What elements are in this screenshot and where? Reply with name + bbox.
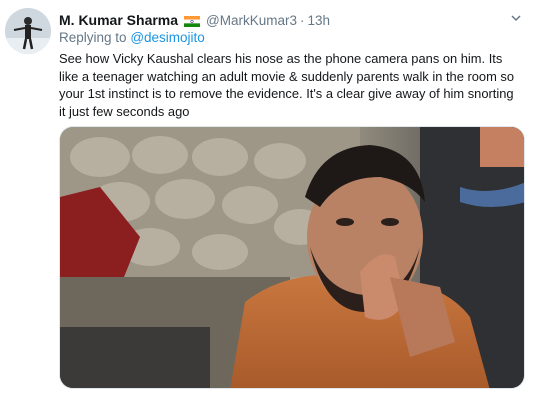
reply-mention-link[interactable]: @desimojito — [130, 30, 204, 45]
tweet-text: See how Vicky Kaushal clears his nose as… — [59, 51, 515, 119]
display-name[interactable]: M. Kumar Sharma — [59, 12, 178, 28]
separator-dot: · — [300, 12, 305, 28]
avatar[interactable] — [5, 8, 51, 54]
reply-prefix: Replying to — [59, 30, 127, 45]
timestamp[interactable]: 13h — [308, 13, 331, 28]
tweet-header: M. Kumar Sharma @MarkKumar3 · 13h — [59, 11, 503, 29]
chevron-down-icon[interactable] — [509, 11, 523, 25]
india-flag-icon — [184, 14, 201, 27]
user-handle[interactable]: @MarkKumar3 — [206, 13, 297, 28]
tweet-media-image[interactable] — [59, 126, 525, 389]
reply-context: Replying to @desimojito — [59, 30, 205, 45]
tweet[interactable]: M. Kumar Sharma @MarkKumar3 · 13h Replyi… — [0, 0, 533, 402]
